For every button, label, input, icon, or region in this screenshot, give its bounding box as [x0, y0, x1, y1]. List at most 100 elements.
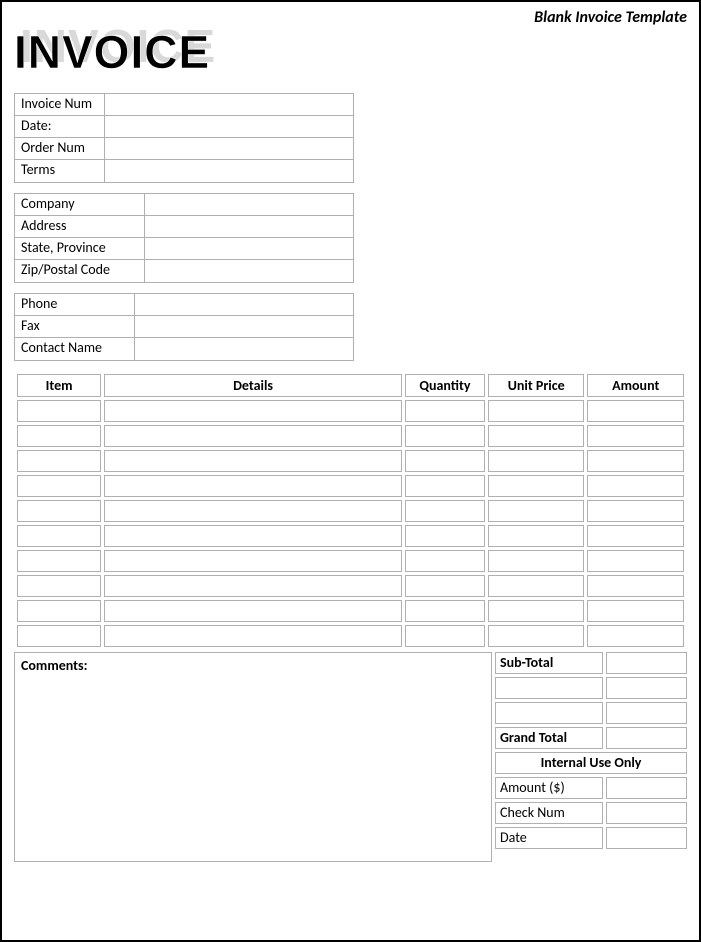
company-field[interactable] — [145, 194, 353, 215]
cell-item[interactable] — [17, 425, 101, 447]
cell-details[interactable] — [104, 475, 402, 497]
cell-amount[interactable] — [587, 450, 684, 472]
order-num-field[interactable] — [105, 138, 353, 159]
cell-quantity[interactable] — [405, 400, 485, 422]
cell-unit_price[interactable] — [488, 500, 585, 522]
cell-quantity[interactable] — [405, 450, 485, 472]
table-row — [17, 450, 684, 472]
cell-item[interactable] — [17, 500, 101, 522]
cell-quantity[interactable] — [405, 575, 485, 597]
invoice-num-field[interactable] — [105, 94, 353, 115]
title-text: INVOICE — [14, 26, 210, 78]
grand-total-label: Grand Total — [495, 727, 603, 749]
cell-quantity[interactable] — [405, 425, 485, 447]
cell-details[interactable] — [104, 450, 402, 472]
items-table-wrap: Item Details Quantity Unit Price Amount — [14, 371, 687, 650]
zip-field[interactable] — [145, 260, 353, 282]
cell-details[interactable] — [104, 575, 402, 597]
invoice-num-label: Invoice Num — [15, 94, 105, 115]
cell-amount[interactable] — [587, 475, 684, 497]
date-label: Date: — [15, 116, 105, 137]
col-header-quantity: Quantity — [405, 374, 485, 397]
cell-unit_price[interactable] — [488, 400, 585, 422]
cell-details[interactable] — [104, 625, 402, 647]
cell-amount[interactable] — [587, 500, 684, 522]
cell-unit_price[interactable] — [488, 600, 585, 622]
internal-date-field[interactable] — [606, 827, 687, 849]
cell-details[interactable] — [104, 600, 402, 622]
cell-item[interactable] — [17, 400, 101, 422]
cell-unit_price[interactable] — [488, 625, 585, 647]
contact-name-field[interactable] — [135, 338, 353, 360]
cell-item[interactable] — [17, 550, 101, 572]
cell-quantity[interactable] — [405, 475, 485, 497]
order-num-label: Order Num — [15, 138, 105, 159]
table-row — [17, 625, 684, 647]
terms-field[interactable] — [105, 160, 353, 182]
cell-unit_price[interactable] — [488, 425, 585, 447]
fax-field[interactable] — [135, 316, 353, 337]
totals-blank2-label — [495, 702, 603, 724]
cell-amount[interactable] — [587, 550, 684, 572]
contact-name-label: Contact Name — [15, 338, 135, 360]
address-field[interactable] — [145, 216, 353, 237]
cell-amount[interactable] — [587, 625, 684, 647]
internal-date-label: Date — [495, 827, 603, 849]
cell-unit_price[interactable] — [488, 525, 585, 547]
page-title: INVOICE INVOICE — [14, 29, 687, 75]
terms-label: Terms — [15, 160, 105, 182]
cell-amount[interactable] — [587, 575, 684, 597]
footer: Comments: Sub-Total Grand Total Internal… — [14, 652, 687, 862]
col-header-unit-price: Unit Price — [488, 374, 585, 397]
cell-amount[interactable] — [587, 600, 684, 622]
subtotal-label: Sub-Total — [495, 652, 603, 674]
cell-item[interactable] — [17, 525, 101, 547]
cell-details[interactable] — [104, 525, 402, 547]
cell-amount[interactable] — [587, 525, 684, 547]
company-label: Company — [15, 194, 145, 215]
invoice-meta-block: Invoice Num Date: Order Num Terms — [14, 93, 354, 183]
totals-blank2-field[interactable] — [606, 702, 687, 724]
cell-details[interactable] — [104, 400, 402, 422]
internal-use-header: Internal Use Only — [495, 752, 687, 774]
cell-quantity[interactable] — [405, 525, 485, 547]
cell-quantity[interactable] — [405, 550, 485, 572]
invoice-page: Blank Invoice Template INVOICE INVOICE I… — [0, 0, 701, 942]
cell-quantity[interactable] — [405, 600, 485, 622]
cell-unit_price[interactable] — [488, 450, 585, 472]
date-field[interactable] — [105, 116, 353, 137]
table-row — [17, 575, 684, 597]
internal-check-num-field[interactable] — [606, 802, 687, 824]
cell-details[interactable] — [104, 425, 402, 447]
table-row — [17, 525, 684, 547]
cell-unit_price[interactable] — [488, 550, 585, 572]
cell-amount[interactable] — [587, 425, 684, 447]
cell-details[interactable] — [104, 500, 402, 522]
cell-item[interactable] — [17, 575, 101, 597]
cell-unit_price[interactable] — [488, 575, 585, 597]
totals-blank1-field[interactable] — [606, 677, 687, 699]
col-header-details: Details — [104, 374, 402, 397]
phone-field[interactable] — [135, 294, 353, 315]
cell-item[interactable] — [17, 600, 101, 622]
cell-amount[interactable] — [587, 400, 684, 422]
table-row — [17, 400, 684, 422]
state-field[interactable] — [145, 238, 353, 259]
internal-amount-field[interactable] — [606, 777, 687, 799]
grand-total-field[interactable] — [606, 727, 687, 749]
comments-label: Comments: — [21, 657, 87, 674]
cell-item[interactable] — [17, 625, 101, 647]
cell-unit_price[interactable] — [488, 475, 585, 497]
internal-check-num-label: Check Num — [495, 802, 603, 824]
cell-item[interactable] — [17, 450, 101, 472]
table-row — [17, 600, 684, 622]
cell-details[interactable] — [104, 550, 402, 572]
comments-box[interactable]: Comments: — [14, 652, 492, 862]
cell-quantity[interactable] — [405, 500, 485, 522]
table-row — [17, 425, 684, 447]
phone-label: Phone — [15, 294, 135, 315]
cell-quantity[interactable] — [405, 625, 485, 647]
col-header-item: Item — [17, 374, 101, 397]
subtotal-field[interactable] — [606, 652, 687, 674]
cell-item[interactable] — [17, 475, 101, 497]
